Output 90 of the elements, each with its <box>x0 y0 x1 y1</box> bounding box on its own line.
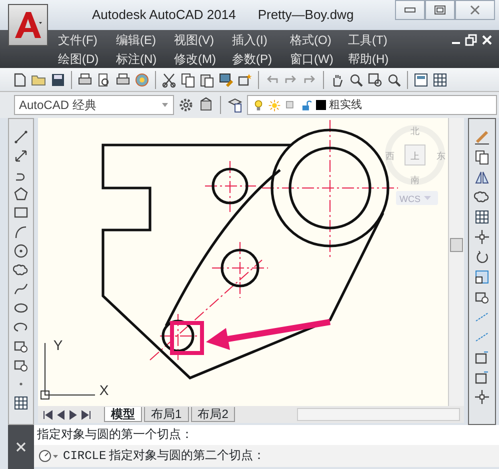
compass-ring <box>385 125 445 185</box>
square-icon[interactable] <box>474 369 490 385</box>
layer-name: 粗实线 <box>329 98 362 113</box>
pencil-icon[interactable] <box>474 129 490 145</box>
part-outline[interactable] <box>102 144 384 380</box>
workspace-dropdown[interactable]: AutoCAD 经典 <box>14 95 174 115</box>
mirror-icon[interactable] <box>474 169 490 185</box>
caret-icon <box>161 102 169 108</box>
zoom-icon[interactable] <box>386 72 402 88</box>
polygon-icon[interactable] <box>13 186 29 202</box>
menu-item[interactable]: 插入(I) <box>232 30 290 48</box>
paste-icon[interactable] <box>199 72 215 88</box>
compass-label: 西 <box>386 151 394 161</box>
menu-item[interactable]: 工具(T) <box>348 30 406 48</box>
circle-icon[interactable] <box>13 243 29 259</box>
scale-icon[interactable] <box>474 269 490 285</box>
zoom-icon[interactable] <box>348 72 364 88</box>
drawing-canvas[interactable]: 北 东 南 西 上 WCS Y X <box>38 118 448 406</box>
menu-item[interactable]: 参数(P) <box>232 50 290 68</box>
bulb-icon[interactable] <box>252 98 265 112</box>
line-icon[interactable] <box>13 129 29 145</box>
zoom-window-icon[interactable] <box>367 72 383 88</box>
layer-dropdown[interactable]: 粗实线 <box>247 95 497 115</box>
menu-item[interactable]: 窗口(W) <box>290 50 348 68</box>
layout-tab[interactable]: 布局1 <box>144 407 189 422</box>
command-icon[interactable] <box>38 449 60 463</box>
command-prompt: 指定对象与圆的第二个切点： <box>109 448 266 465</box>
highlight-frame <box>170 321 204 355</box>
compass-label: 南 <box>410 175 420 185</box>
arc-icon[interactable] <box>13 224 29 240</box>
move-icon[interactable] <box>474 229 490 245</box>
panel-icon[interactable] <box>413 72 429 88</box>
brush-icon[interactable] <box>218 72 234 88</box>
restore-button[interactable] <box>425 0 455 20</box>
menu-item[interactable]: 文件(F) <box>58 30 116 48</box>
spline-icon[interactable] <box>13 281 29 297</box>
ucs-label: WCS <box>400 194 420 204</box>
menu-item[interactable]: 视图(V) <box>174 30 232 48</box>
axis-label: Y <box>53 337 63 353</box>
circle[interactable] <box>220 248 260 288</box>
copy-icon[interactable] <box>474 149 490 165</box>
scroll-thumb[interactable] <box>450 238 463 252</box>
grid-icon[interactable] <box>432 72 448 88</box>
cloud-icon[interactable] <box>474 189 490 205</box>
circle[interactable] <box>212 168 248 204</box>
compass-label: 北 <box>410 126 420 136</box>
viewcube-label: 上 <box>410 151 420 161</box>
logo-icon <box>12 10 44 40</box>
block-icon[interactable] <box>237 72 253 88</box>
copy-icon[interactable] <box>180 72 196 88</box>
minimize-icon <box>404 6 416 14</box>
layers-icon[interactable] <box>227 97 243 113</box>
restore-icon[interactable] <box>465 34 477 46</box>
rotate-icon[interactable] <box>474 249 490 265</box>
command-name: CIRCLE <box>63 448 106 465</box>
horizontal-scrollbar[interactable] <box>297 408 460 421</box>
circle[interactable] <box>288 146 372 230</box>
caret-icon <box>424 196 431 200</box>
scissors-icon[interactable] <box>161 72 177 88</box>
document-title: Pretty—Boy.dwg <box>258 6 354 24</box>
menu-item[interactable]: 标注(N) <box>116 50 174 68</box>
restore-icon <box>434 5 446 15</box>
square-icon[interactable] <box>474 349 490 365</box>
printer-icon[interactable] <box>115 72 131 88</box>
layout-tab[interactable]: 模型 <box>104 407 142 422</box>
close-icon[interactable] <box>16 442 26 452</box>
grid-icon[interactable] <box>13 395 29 411</box>
close-button[interactable] <box>455 0 495 20</box>
minimize-button[interactable] <box>395 0 425 20</box>
menu-item[interactable]: 编辑(E) <box>116 30 174 48</box>
circle[interactable] <box>162 320 194 352</box>
printer-icon[interactable] <box>77 72 93 88</box>
compass-label: 东 <box>436 151 446 161</box>
double-arrow-icon[interactable] <box>13 148 29 164</box>
padlock-icon[interactable] <box>300 98 313 112</box>
layout-tab[interactable]: 布局2 <box>190 407 236 422</box>
vertical-scrollbar[interactable] <box>448 118 464 406</box>
menu-item[interactable]: 帮助(H) <box>348 50 406 68</box>
gear-icon[interactable] <box>178 97 194 113</box>
menu-item[interactable]: 修改(M) <box>174 50 232 68</box>
menu-item[interactable]: 格式(O) <box>290 30 348 48</box>
close-icon <box>469 5 481 15</box>
axis-label: X <box>99 382 109 398</box>
move-icon[interactable] <box>474 389 490 405</box>
document-icon[interactable] <box>12 72 28 88</box>
app-title: Autodesk AutoCAD 2014 <box>92 6 236 24</box>
cloud-icon[interactable] <box>13 262 29 278</box>
menu-item[interactable]: 绘图(D) <box>58 50 116 68</box>
grid-icon[interactable] <box>474 209 490 225</box>
application-button[interactable] <box>8 4 48 46</box>
